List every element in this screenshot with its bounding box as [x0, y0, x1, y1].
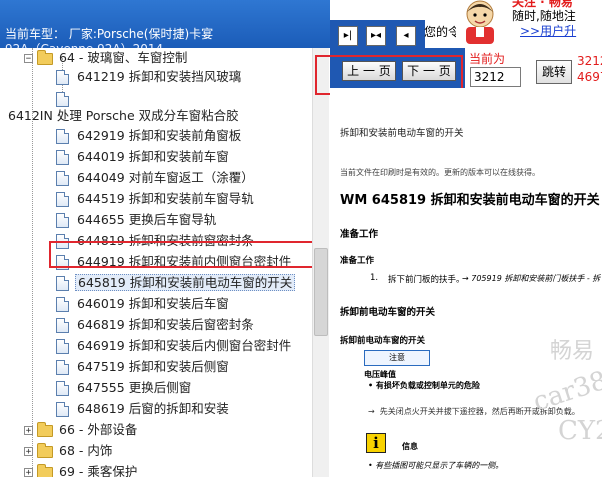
tree-folder-label: 69 - 乘客保护 [59, 464, 138, 477]
tree-item[interactable]: 644049 对前车窗返工（涂覆） [56, 167, 256, 188]
document-icon [56, 213, 69, 228]
nav-first-button[interactable]: ▸| [338, 26, 358, 46]
your-text: 您的令 [424, 25, 456, 39]
tree-folder-label: 68 - 内饰 [59, 443, 113, 458]
page-number-input[interactable] [470, 67, 521, 87]
document-icon [56, 70, 69, 85]
tree-item-selected[interactable]: 645819 拆卸和安装前电动车窗的开关 [56, 272, 296, 293]
tree-item-label: 646919 拆卸和安装后内侧窗台密封件 [77, 338, 292, 353]
document-icon [56, 318, 69, 333]
doc-step1-ref-link[interactable]: → 705919 拆卸和安装前门板扶手 - 拆 [462, 273, 600, 284]
note-label-box: 注意 [364, 350, 430, 366]
nav-back-button[interactable]: ◂ [396, 26, 416, 46]
doc-step1-num: 1. [370, 273, 379, 283]
page-current-number: 3212 [577, 54, 602, 68]
tree-item-label: 645819 拆卸和安装前电动车窗的开关 [75, 274, 296, 291]
doc-notice: 当前文件在印刷时是有效的。更新的版本可以在线获得。 [340, 168, 540, 177]
tree-folder-label: 66 - 外部设备 [59, 422, 138, 437]
tree-item-label: 646019 拆卸和安装后车窗 [77, 296, 229, 311]
document-icon [56, 129, 69, 144]
expand-icon[interactable]: + [24, 426, 33, 436]
tree-item-label: 644019 拆卸和安装前车窗 [77, 149, 229, 164]
doc-main-title: WM 645819 拆卸和安装前电动车窗的开关 [340, 193, 600, 208]
ad-upgrade-link[interactable]: >>用户升 [520, 22, 576, 39]
arrow-icon: → [368, 407, 375, 416]
vehicle-header: 当前车型： 厂家:Porsche(保时捷)卡宴 92A（Cayenne 92A）… [0, 0, 330, 48]
tree-item[interactable]: 642919 拆卸和安装前角窗板 [56, 125, 243, 146]
document-icon [56, 192, 69, 207]
document-view: 拆卸和安装前电动车窗的开关 当前文件在印刷时是有效的。更新的版本可以在线获得。 … [330, 88, 602, 477]
folder-icon [37, 421, 53, 437]
tree-item[interactable]: 644655 更换后车窗导轨 [56, 209, 218, 230]
tree-item-label: 647519 拆卸和安装后侧窗 [77, 359, 229, 374]
info-icon: i [366, 433, 386, 453]
jump-button[interactable]: 跳转 [536, 60, 572, 84]
bullet-icon: • [368, 461, 373, 470]
tree-item-label: 644049 对前车窗返工（涂覆） [77, 170, 254, 185]
tree-folder-label: 64 - 玻璃窗、车窗控制 [59, 50, 188, 65]
doc-warn-step-text: 先关闭点火开关并拔下遥控器，然后再断开或拆卸负载。 [379, 407, 580, 416]
tree-folder-69[interactable]: +69 - 乘客保护 [24, 461, 139, 477]
doc-info-label: 信息 [402, 442, 418, 451]
doc-remove-sub: 拆卸前电动车窗的开关 [340, 336, 426, 346]
doc-step1-text: 拆下前门板的扶手。 [388, 275, 465, 285]
document-icon [56, 171, 69, 186]
tree-item-label: 646819 拆卸和安装后窗密封条 [77, 317, 254, 332]
page-total-number: 4697 [577, 70, 602, 84]
doc-warn-bullet-text: 有损坏负载或控制单元的危险 [375, 381, 480, 390]
tree-item[interactable]: 644019 拆卸和安装前车窗 [56, 146, 231, 167]
document-icon [56, 381, 69, 396]
tree-scrollbar-thumb[interactable] [314, 248, 328, 336]
doc-top-title: 拆卸和安装前电动车窗的开关 [340, 128, 464, 139]
current-page-label: 当前为 [469, 52, 506, 66]
document-icon [56, 150, 69, 165]
document-icon [56, 402, 69, 417]
tree-item-641219[interactable]: 641219 拆卸和安装挡风玻璃 [56, 66, 243, 87]
tree-folder-66[interactable]: +66 - 外部设备 [24, 419, 139, 440]
document-icon [56, 360, 69, 375]
tree-folder-64[interactable]: − 64 - 玻璃窗、车窗控制 [24, 48, 189, 68]
selection-highlight [49, 241, 316, 268]
tree-group-heading[interactable]: 6412IN 处理 Porsche 双成分车窗粘合胶 [6, 105, 241, 126]
expand-icon[interactable]: + [24, 468, 33, 477]
bullet-icon: • [368, 381, 374, 390]
tree-folder-68[interactable]: +68 - 内饰 [24, 440, 114, 461]
document-icon [56, 276, 69, 291]
tree-item-label: 642919 拆卸和安装前角窗板 [77, 128, 242, 143]
watermark-3: CY20 [558, 416, 602, 446]
document-icon [56, 339, 69, 354]
cartoon-avatar-icon [456, 0, 504, 44]
doc-info-bullet: • 有些插图可能只显示了车辆的一侧。 [368, 460, 503, 471]
folder-open-icon [37, 49, 53, 65]
tree-item-label: 644655 更换后车窗导轨 [77, 212, 217, 227]
tree-group-label: 6412IN 处理 Porsche 双成分车窗粘合胶 [8, 108, 239, 123]
tree-item[interactable]: 646919 拆卸和安装后内侧窗台密封件 [56, 335, 293, 356]
vehicle-sub: 92A（Cayenne 92A）2014 [5, 40, 163, 48]
tree-item[interactable]: 648619 后窗的拆卸和安装 [56, 398, 231, 419]
tree-item[interactable]: 647555 更换后侧窗 [56, 377, 193, 398]
tree-item-label: 648619 后窗的拆卸和安装 [77, 401, 229, 416]
tree-item-label: 647555 更换后侧窗 [77, 380, 192, 395]
doc-warn-bullet: • 有损坏负载或控制单元的危险 [368, 380, 480, 391]
tree-item[interactable]: 646019 拆卸和安装后车窗 [56, 293, 231, 314]
doc-warn-heading: 电压峰值 [364, 370, 396, 379]
collapse-icon[interactable]: − [24, 54, 33, 64]
doc-prep-heading: 准备工作 [340, 229, 379, 240]
doc-warn-step: → 先关闭点火开关并拔下遥控器，然后再断开或拆卸负载。 [368, 406, 580, 417]
folder-icon [37, 463, 53, 477]
tree-item-label: 641219 拆卸和安装挡风玻璃 [77, 69, 242, 84]
expand-icon[interactable]: + [24, 447, 33, 457]
doc-remove-heading: 拆卸前电动车窗的开关 [340, 307, 436, 318]
nav-fit-button[interactable]: ▸◂ [366, 26, 386, 46]
doc-info-bullet-text: 有些插图可能只显示了车辆的一侧。 [375, 461, 504, 470]
document-icon [56, 297, 69, 312]
tree-item[interactable]: 644519 拆卸和安装前车窗导轨 [56, 188, 256, 209]
tree-item[interactable]: 647519 拆卸和安装后侧窗 [56, 356, 231, 377]
tree-item-label: 644519 拆卸和安装前车窗导轨 [77, 191, 254, 206]
doc-prep-sub: 准备工作 [340, 256, 375, 266]
folder-icon [37, 442, 53, 458]
tree-item[interactable]: 646819 拆卸和安装后窗密封条 [56, 314, 256, 335]
watermark-1: 畅易 [550, 339, 595, 364]
